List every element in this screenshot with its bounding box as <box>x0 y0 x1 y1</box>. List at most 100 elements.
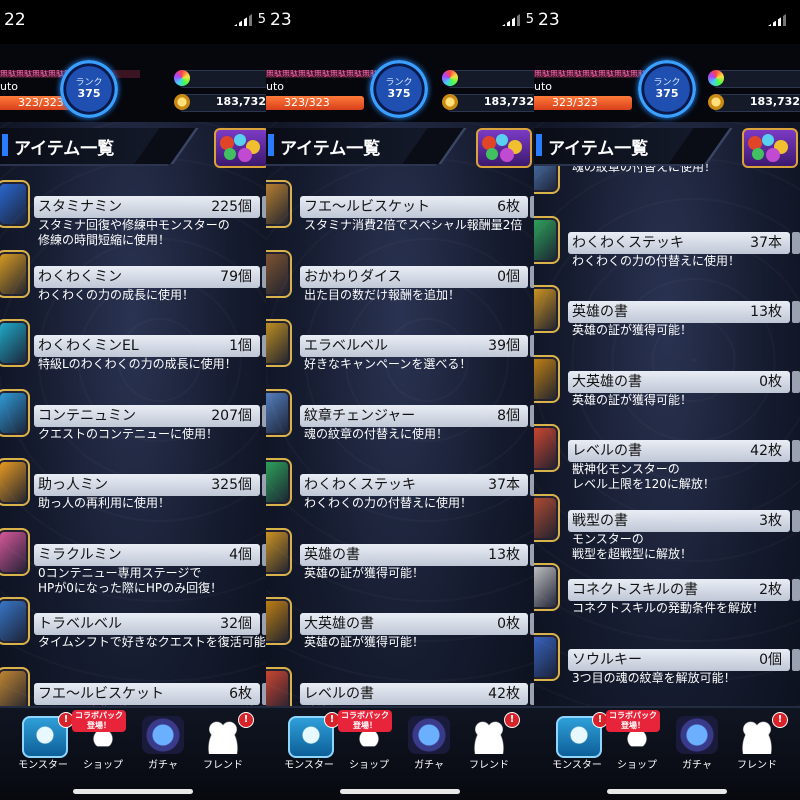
nav-monster[interactable]: モンスター! <box>280 712 340 776</box>
gold-value: 183,732 <box>749 95 800 108</box>
item-name: ミラクルミン <box>38 546 122 563</box>
item-row[interactable]: ミラクルミン 4個 0コンテニュー専用ステージで HPが0になった際にHPのみ回復！ <box>0 520 266 595</box>
item-name-box: ミラクルミン 4個 <box>34 543 260 566</box>
item-expand-handle[interactable] <box>792 301 800 323</box>
rank-badge[interactable]: ランク 375 <box>638 60 696 118</box>
item-row[interactable]: わくわくステッキ 37本 わくわくの力の付替えに使用！ <box>534 208 800 278</box>
wakuwaku-el-icon <box>0 319 30 367</box>
rank-badge[interactable]: ランク 375 <box>60 60 118 118</box>
battle-type-book-icon <box>534 493 560 542</box>
nav-gacha[interactable]: ガチャ <box>134 716 192 776</box>
item-name: おかわりダイス <box>304 268 402 285</box>
great-hero-book-icon <box>266 597 292 645</box>
item-row[interactable]: 英雄の書 13枚 英雄の証が獲得可能！ <box>534 277 800 347</box>
item-expand-handle[interactable] <box>792 579 800 601</box>
item-expand-handle[interactable] <box>792 509 800 532</box>
treasure-bag-icon[interactable] <box>476 128 532 168</box>
treasure-bag-icon[interactable] <box>214 128 266 168</box>
item-description: 出た目の数だけ報酬を追加！ <box>304 287 461 302</box>
item-name-box: フエ〜ルビスケット 6枚 <box>34 682 260 705</box>
home-indicator[interactable] <box>73 789 193 794</box>
title-bar-end <box>402 128 467 164</box>
home-indicator[interactable] <box>607 789 727 794</box>
item-row[interactable]: 大英雄の書 0枚 英雄の証が獲得可能！ <box>266 589 534 659</box>
nav-shop[interactable]: ショップ コラボパック 登場！ <box>72 710 132 776</box>
item-row[interactable]: 助っ人ミン 325個 助っ人の再利用に使用！ <box>0 450 266 520</box>
title-bar-end <box>134 128 199 164</box>
item-row[interactable]: コネクトスキルの書 2枚 コネクトスキルの発動条件を解放！ <box>534 555 800 625</box>
item-description: 助っ人の再利用に使用！ <box>38 496 171 510</box>
home-indicator[interactable] <box>340 789 460 794</box>
orb-counter <box>180 70 266 88</box>
item-row[interactable]: おかわりダイス 0個出た目の数だけ報酬を追加！ <box>266 242 534 312</box>
item-row[interactable]: トラベルベル 32個 タイムシフトで好きなクエストを復活可能 <box>0 589 266 659</box>
item-row[interactable]: わくわくステッキ 37本 わくわくの力の付替えに使用！ <box>266 450 534 520</box>
item-description: コネクトスキルの発動条件を解放！ <box>572 601 765 615</box>
item-description: 3つ目の魂の紋章を解放可能！ <box>572 670 736 685</box>
treasure-gem-icon <box>762 134 774 146</box>
screen-1: 22 5 無駄無駄無駄無駄無駄無駄無駄 uto 323/323 ランク 375 183,732… <box>0 0 266 800</box>
gacha-icon <box>408 716 450 754</box>
item-row[interactable]: わくわくミンEL 1個 特級Lのわくわくの力の成長に使用！ <box>0 311 266 381</box>
orb-icon <box>708 70 724 86</box>
item-description: わくわくの力の成長に使用！ <box>38 287 195 302</box>
cell-signal-icon <box>502 14 520 26</box>
item-row[interactable]: ソウルキー 0個 3つ目の魂の紋章を解放可能！ <box>534 625 800 695</box>
collab-pack-badge: コラボパック 登場！ <box>606 710 660 732</box>
screen-2: 23 5 無駄無駄無駄無駄無駄無駄無駄 uto 323/323 ランク 375 183,732… <box>266 0 534 800</box>
gold-coin-icon <box>708 94 724 110</box>
item-count: 37本 <box>750 234 782 251</box>
bottom-nav: モンスター! ショップ コラボパック 登場！ ガチャ フレンド! <box>266 706 534 800</box>
item-count: 0枚 <box>497 616 520 632</box>
nav-shop[interactable]: ショップ コラボパック 登場！ <box>338 710 398 776</box>
item-row[interactable]: コンテニュミン 207個 クエストのコンテニューに使用！ <box>0 381 266 451</box>
item-expand-handle[interactable] <box>792 648 800 671</box>
item-row[interactable]: 紋章チェンジャー 8個 魂の紋章の付替えに使用！ <box>266 381 534 451</box>
alert-badge: ! <box>772 712 788 728</box>
player-name: uto <box>266 81 285 93</box>
player-name: uto <box>534 81 553 93</box>
rank-badge[interactable]: ランク 375 <box>370 60 428 118</box>
nav-monster[interactable]: モンスター! <box>548 712 608 776</box>
nav-friend[interactable]: フレンド! <box>194 712 254 776</box>
item-count: 32個 <box>220 616 252 632</box>
treasure-gem-icon <box>224 148 236 160</box>
alert-badge: ! <box>504 712 520 728</box>
treasure-gem-icon <box>238 148 252 162</box>
treasure-bag-icon[interactable] <box>742 128 798 168</box>
hero-book-icon <box>266 527 292 576</box>
item-row[interactable]: エラベルベル 39個 好きなキャンペーンを選べる！ <box>266 311 534 381</box>
nav-shop[interactable]: ショップ コラボパック 登場！ <box>606 710 666 776</box>
gold-coin-icon <box>442 94 458 110</box>
item-expand-handle[interactable] <box>792 231 800 254</box>
nav-gacha[interactable]: ガチャ <box>668 716 726 776</box>
treasure-gem-icon <box>766 148 780 162</box>
item-description: 魂の紋章の付替えに使用！ <box>304 426 449 441</box>
alert-badge: ! <box>238 712 254 728</box>
nav-gacha[interactable]: ガチャ <box>400 716 458 776</box>
item-row[interactable]: フエ〜ルビスケット 6枚スタミナ消費2倍でスペシャル報酬量2倍 <box>266 172 534 242</box>
nav-monster[interactable]: モンスター! <box>14 712 74 776</box>
rank-value: 375 <box>77 87 101 100</box>
item-row[interactable]: スタミナミン 225個 スタミナ回復や修練中モンスターの 修練の時間短縮に使用！ <box>0 172 266 247</box>
nav-friend[interactable]: フレンド! <box>728 712 788 776</box>
treasure-gem-icon <box>486 148 498 160</box>
item-count: 0個 <box>497 268 520 285</box>
item-expand-handle[interactable] <box>792 370 800 393</box>
item-expand-handle[interactable] <box>792 440 800 462</box>
item-row[interactable]: わくわくミン 79個 わくわくの力の成長に使用！ <box>0 242 266 312</box>
item-name: わくわくミンEL <box>38 338 139 354</box>
item-row[interactable]: 大英雄の書 0枚 英雄の証が獲得可能！ <box>534 347 800 417</box>
status-time: 23 <box>538 10 560 30</box>
item-name-box: わくわくミンEL 1個 <box>34 335 260 357</box>
item-row[interactable]: レベルの書42枚獣神化モンスターの レベル上限を120に解放！ <box>534 416 800 491</box>
orb-counter <box>714 70 800 88</box>
nav-friend[interactable]: フレンド! <box>460 712 520 776</box>
biscuit-icon <box>266 180 292 228</box>
item-name-box: コンテニュミン 207個 <box>34 404 260 427</box>
item-count: 6枚 <box>229 685 252 702</box>
item-row[interactable]: 英雄の書 13枚 英雄の証が獲得可能！ <box>266 520 534 590</box>
item-count: 13枚 <box>750 304 782 320</box>
item-row[interactable]: 戦型の書 3枚 モンスターの 戦型を超戦型に解放！ <box>534 486 800 561</box>
stick-icon <box>266 458 292 506</box>
